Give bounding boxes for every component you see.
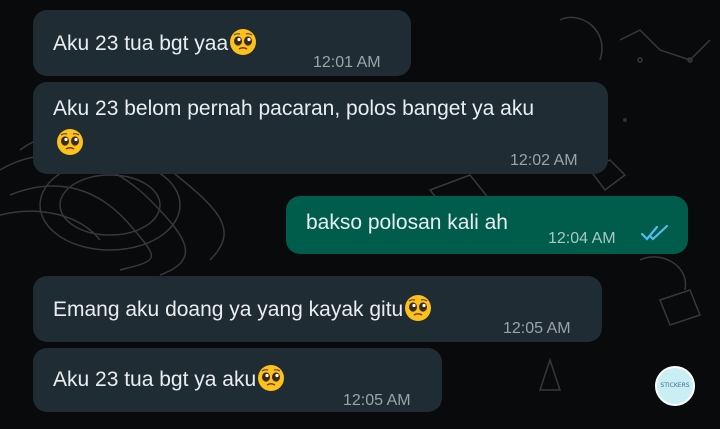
incoming-message[interactable]: Emang aku doang ya yang kayak gitu 12:05… — [33, 276, 602, 342]
message-text: bakso polosan kali ah — [306, 211, 508, 234]
message-text: Emang aku doang ya yang kayak gitu — [53, 298, 404, 321]
incoming-message[interactable]: Aku 23 belom pernah pacaran, polos bange… — [33, 82, 608, 174]
pleading-face-emoji — [258, 365, 285, 391]
pleading-face-emoji — [230, 29, 257, 55]
message-timestamp: 12:05 AM — [343, 392, 411, 409]
pleading-face-emoji — [57, 129, 83, 155]
message-timestamp: 12:01 AM — [313, 54, 381, 71]
message-timestamp: 12:04 AM — [548, 230, 616, 247]
incoming-message[interactable]: Aku 23 tua bgt yaa 12:01 AM — [33, 10, 411, 76]
pleading-face-emoji — [405, 295, 432, 321]
sticker-badge-label: STICKERS — [660, 382, 690, 389]
incoming-message[interactable]: Aku 23 tua bgt ya aku 12:05 AM — [33, 348, 442, 412]
message-text: Aku 23 tua bgt ya aku — [53, 368, 257, 391]
double-check-icon — [640, 224, 669, 241]
message-timestamp: 12:02 AM — [510, 152, 578, 169]
message-timestamp: 12:05 AM — [503, 320, 571, 337]
message-text: Aku 23 tua bgt yaa — [53, 32, 229, 55]
outgoing-message[interactable]: bakso polosan kali ah 12:04 AM — [286, 196, 688, 254]
message-text: Aku 23 belom pernah pacaran, polos bange… — [53, 97, 535, 120]
sticker-badge-icon[interactable]: STICKERS — [655, 366, 695, 406]
